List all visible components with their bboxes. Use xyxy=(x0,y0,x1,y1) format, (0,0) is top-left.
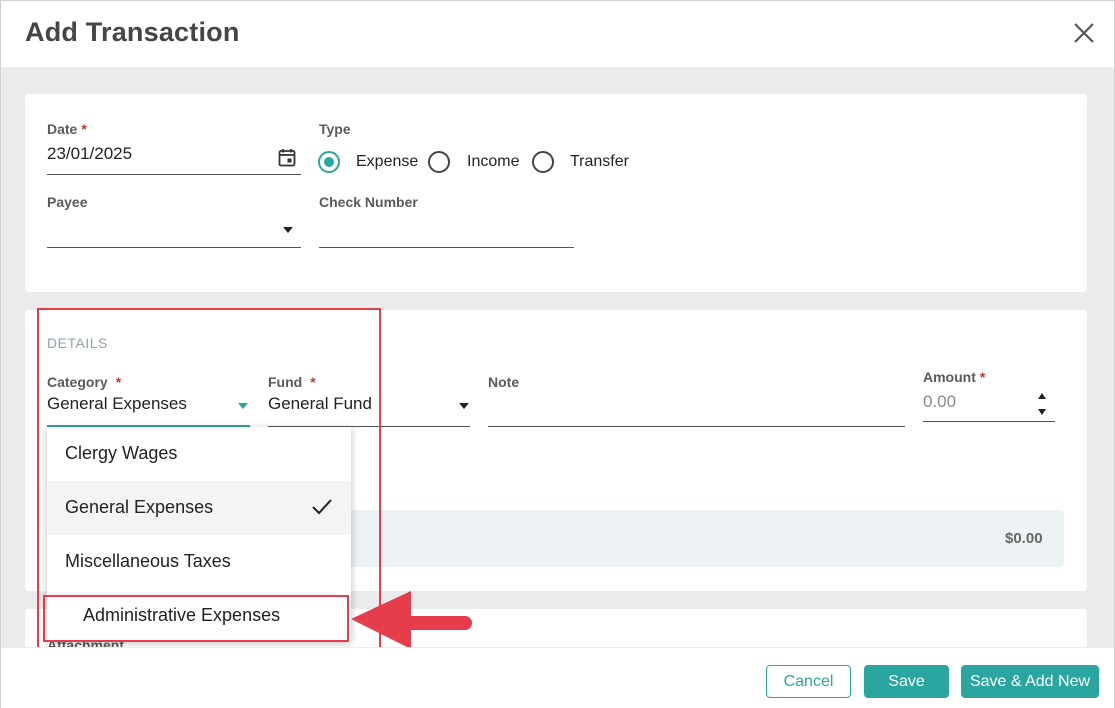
radio-transfer[interactable] xyxy=(532,151,554,173)
save-add-new-button[interactable]: Save & Add New xyxy=(961,665,1099,698)
note-input[interactable] xyxy=(488,394,905,426)
type-label: Type xyxy=(319,121,351,137)
dialog-header: Add Transaction xyxy=(1,1,1114,67)
transaction-info-card: Date * 23/01/2025 Type Expense Income Tra… xyxy=(25,94,1087,292)
save-button[interactable]: Save xyxy=(864,665,949,698)
close-icon xyxy=(1074,23,1094,43)
close-button[interactable] xyxy=(1070,19,1098,47)
total-amount: $0.00 xyxy=(1005,530,1043,547)
spinner-up-icon[interactable] xyxy=(1037,392,1047,400)
radio-income[interactable] xyxy=(428,151,450,173)
date-input[interactable]: 23/01/2025 xyxy=(47,144,132,164)
arrow-pointer-icon xyxy=(351,591,472,649)
check-number-underline xyxy=(319,247,574,248)
add-transaction-dialog: Add Transaction Date * 23/01/2025 Type E… xyxy=(0,0,1115,708)
amount-input[interactable]: 0.00 xyxy=(923,392,956,412)
amount-label: Amount * xyxy=(923,369,986,385)
dropdown-arrow-icon[interactable] xyxy=(458,402,470,410)
date-label: Date * xyxy=(47,121,87,137)
note-label: Note xyxy=(488,374,520,390)
radio-transfer-label[interactable]: Transfer xyxy=(570,153,629,171)
payee-select[interactable] xyxy=(47,212,301,247)
dropdown-arrow-icon xyxy=(283,227,293,233)
check-number-label: Check Number xyxy=(319,194,418,210)
calendar-icon[interactable] xyxy=(278,148,296,167)
dialog-title: Add Transaction xyxy=(25,17,240,47)
dialog-footer: Cancel Save Save & Add New xyxy=(1,647,1114,708)
payee-label: Payee xyxy=(47,194,88,210)
radio-expense[interactable] xyxy=(318,151,340,173)
payee-underline xyxy=(47,247,301,248)
cancel-button[interactable]: Cancel xyxy=(766,665,851,698)
radio-income-label[interactable]: Income xyxy=(467,153,519,171)
radio-expense-label[interactable]: Expense xyxy=(356,153,418,171)
check-number-input[interactable] xyxy=(319,212,574,247)
spinner-down-icon[interactable] xyxy=(1037,408,1047,416)
highlight-option-box xyxy=(43,595,349,642)
date-underline xyxy=(47,174,301,175)
note-underline xyxy=(488,426,905,427)
amount-underline xyxy=(923,421,1055,422)
